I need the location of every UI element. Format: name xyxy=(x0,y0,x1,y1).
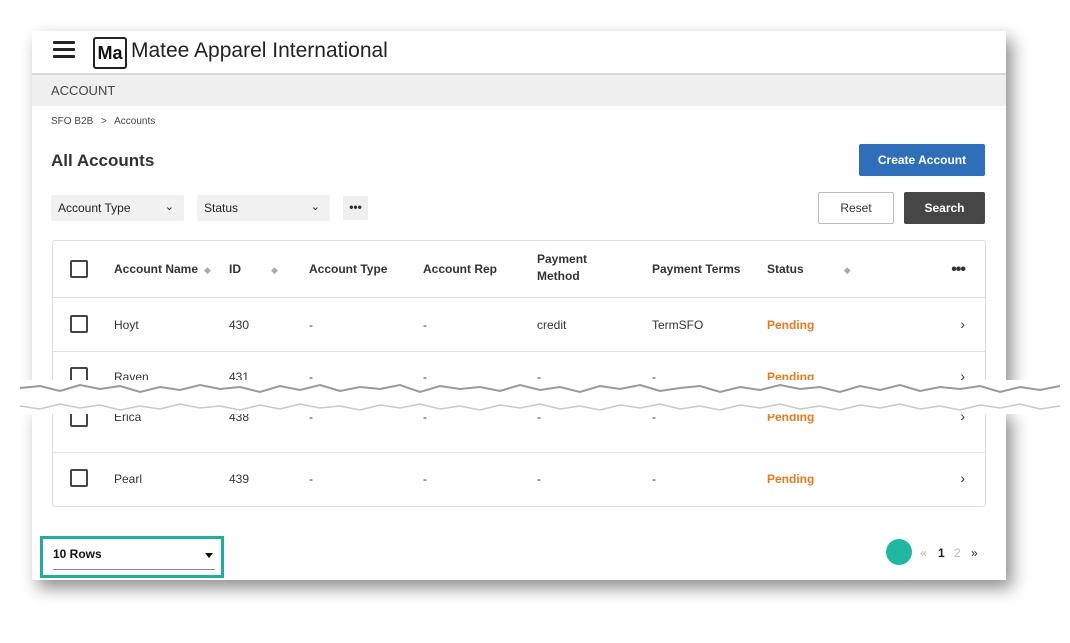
breadcrumb-root[interactable]: SFO B2B xyxy=(51,116,93,127)
more-filters-button[interactable]: ••• xyxy=(343,196,368,220)
chevron-down-icon: ⌄ xyxy=(310,201,320,213)
col-payment-method-line1: Payment xyxy=(537,252,588,266)
page-title: All Accounts xyxy=(51,151,155,170)
breadcrumb-current: Accounts xyxy=(114,116,156,127)
cell-account-name: Pearl xyxy=(114,472,143,486)
cell-account-name: Hoyt xyxy=(114,318,139,332)
col-id-label: ID xyxy=(229,262,241,276)
caret-down-icon xyxy=(205,553,213,558)
sort-icon[interactable]: ◆ xyxy=(844,265,851,275)
table-row[interactable]: Pearl 439 - - - - Pending › xyxy=(53,453,985,505)
rows-per-page-label: 10 Rows xyxy=(53,547,102,561)
col-status-label: Status xyxy=(767,262,804,276)
col-payment-method: Payment Method xyxy=(537,252,587,283)
row-checkbox[interactable] xyxy=(70,315,88,333)
status-filter-label: Status xyxy=(204,201,239,215)
highlight-marker xyxy=(886,539,912,565)
status-filter[interactable]: Status ⌄ xyxy=(197,195,330,221)
search-button[interactable]: Search xyxy=(904,192,985,224)
cell-account-rep: - xyxy=(423,318,427,332)
col-id[interactable]: ID ◆ xyxy=(229,262,278,276)
cell-payment-method: credit xyxy=(537,318,567,332)
page-card-top: Ma Matee Apparel International ACCOUNT S… xyxy=(32,31,1006,401)
cell-status: Pending xyxy=(767,318,815,332)
reset-button[interactable]: Reset xyxy=(818,192,894,224)
col-account-rep: Account Rep xyxy=(423,262,498,276)
col-status[interactable]: Status ◆ xyxy=(767,262,851,276)
pager-page-1[interactable]: 1 xyxy=(938,546,945,560)
col-payment-terms: Payment Terms xyxy=(652,262,741,276)
cell-payment-terms: - xyxy=(652,472,656,486)
row-checkbox[interactable] xyxy=(70,469,88,487)
section-title: ACCOUNT xyxy=(51,83,116,98)
chevron-right-icon[interactable]: › xyxy=(960,470,965,486)
sort-icon[interactable]: ◆ xyxy=(204,265,211,275)
column-options-icon[interactable]: ••• xyxy=(951,261,966,279)
section-header: ACCOUNT xyxy=(32,75,1006,106)
torn-edge-divider xyxy=(20,380,1060,414)
create-account-button[interactable]: Create Account xyxy=(859,144,985,176)
breadcrumb: SFO B2B > Accounts xyxy=(51,116,155,127)
table-header: Account Name ◆ ID ◆ Account Type Account R… xyxy=(53,241,985,298)
company-logo: Ma xyxy=(93,37,127,69)
pager-next-icon[interactable]: » xyxy=(971,546,978,560)
cell-id: 430 xyxy=(229,318,250,332)
table-row[interactable]: Hoyt 430 - - credit TermSFO Pending › xyxy=(53,298,985,352)
rows-per-page-select[interactable]: 10 Rows xyxy=(40,536,224,578)
sort-icon[interactable]: ◆ xyxy=(271,265,278,275)
cell-account-type: - xyxy=(309,318,313,332)
top-app-bar: Ma Matee Apparel International xyxy=(32,31,1006,75)
accounts-table: Account Name ◆ ID ◆ Account Type Account R… xyxy=(52,240,986,401)
hamburger-menu-icon[interactable] xyxy=(53,41,75,59)
torn-edge-graphic xyxy=(20,383,1060,411)
select-all-checkbox[interactable] xyxy=(70,260,88,278)
table-row[interactable]: Erica 438 - - - - Pending › xyxy=(53,408,985,453)
pager-prev-icon[interactable]: « xyxy=(920,546,927,560)
chevron-down-icon: ⌄ xyxy=(164,201,174,213)
accounts-table-continued: Erica 438 - - - - Pending › Pearl 439 - … xyxy=(52,408,986,507)
cell-account-rep: - xyxy=(423,472,427,486)
col-payment-method-line2: Method xyxy=(537,269,580,283)
col-account-name[interactable]: Account Name ◆ xyxy=(114,262,211,276)
cell-payment-method: - xyxy=(537,472,541,486)
cell-account-type: - xyxy=(309,472,313,486)
chevron-right-icon[interactable]: › xyxy=(960,316,965,332)
col-account-name-label: Account Name xyxy=(114,262,199,276)
account-type-filter-label: Account Type xyxy=(58,201,131,215)
col-account-type: Account Type xyxy=(309,262,388,276)
app-title: Matee Apparel International xyxy=(131,39,388,62)
page-card-bottom: Erica 438 - - - - Pending › Pearl 439 - … xyxy=(32,408,1006,580)
cell-status: Pending xyxy=(767,472,815,486)
cell-id: 439 xyxy=(229,472,250,486)
cell-payment-terms: TermSFO xyxy=(652,318,704,332)
pager-page-2[interactable]: 2 xyxy=(954,546,961,560)
breadcrumb-separator: > xyxy=(101,116,107,127)
select-underline xyxy=(53,569,215,570)
account-type-filter[interactable]: Account Type ⌄ xyxy=(51,195,184,221)
pagination: « 1 2 » xyxy=(886,539,980,565)
